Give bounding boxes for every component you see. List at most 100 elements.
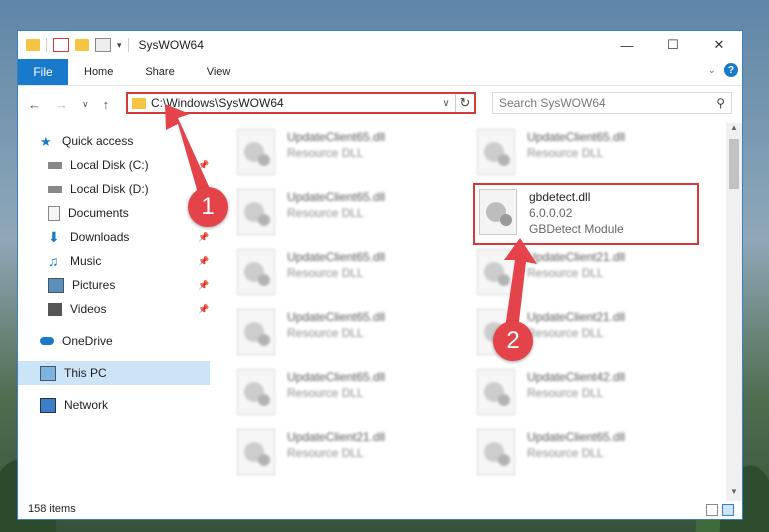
file-item[interactable]: UpdateClient65.dll Resource DLL <box>237 309 457 365</box>
help-icon[interactable]: ? <box>724 63 738 77</box>
tab-view[interactable]: View <box>191 59 247 85</box>
refresh-icon[interactable]: ↻ <box>455 94 474 112</box>
file-name: UpdateClient65.dll <box>527 130 626 144</box>
chevron-down-icon[interactable]: ▾ <box>117 40 122 51</box>
file-item[interactable]: UpdateClient42.dll Resource DLL <box>477 369 697 425</box>
dll-file-icon <box>237 189 275 235</box>
file-name: UpdateClient42.dll <box>527 370 626 384</box>
back-arrow-icon[interactable]: ← <box>28 97 41 112</box>
large-icons-view-icon[interactable] <box>722 504 734 516</box>
scroll-up-icon[interactable]: ▲ <box>726 123 742 137</box>
pin-icon[interactable]: 📌 <box>198 280 209 291</box>
file-item-gbdetect[interactable]: gbdetect.dll 6.0.0.02 GBDetect Module <box>473 183 699 245</box>
close-button[interactable]: ✕ <box>696 31 742 59</box>
folder-icon <box>26 39 40 51</box>
dll-file-icon <box>477 369 515 415</box>
address-row: ← → ∨ ↑ C:\Windows\SysWOW64 ∨ ↻ Search S… <box>18 86 742 122</box>
file-name: UpdateClient65.dll <box>287 190 386 204</box>
sidebar-item-network[interactable]: Network <box>18 393 210 417</box>
vertical-scrollbar[interactable]: ▲ ▼ <box>726 123 742 501</box>
sidebar-item-onedrive[interactable]: OneDrive <box>18 329 210 353</box>
file-name: UpdateClient21.dll <box>527 310 626 324</box>
divider <box>46 38 47 52</box>
pin-icon[interactable]: 📌 <box>198 160 209 171</box>
file-item[interactable]: UpdateClient65.dll Resource DLL <box>237 189 457 245</box>
search-icon[interactable]: ⚲ <box>716 96 725 110</box>
divider <box>127 38 129 52</box>
music-icon: ♫ <box>48 252 59 269</box>
sidebar-item-local-disk-d[interactable]: Local Disk (D:) <box>18 177 210 201</box>
dll-file-icon <box>477 429 515 475</box>
sidebar-item-label: Downloads <box>70 230 130 244</box>
pin-icon[interactable]: 📌 <box>198 256 209 267</box>
dll-file-icon <box>237 129 275 175</box>
file-explorer-window: ▾ SysWOW64 — ☐ ✕ File Home Share View ⌄ … <box>17 30 743 520</box>
sidebar-item-this-pc[interactable]: This PC <box>18 361 210 385</box>
recent-locations-icon[interactable]: ∨ <box>82 99 89 110</box>
file-item[interactable]: UpdateClient65.dll Resource DLL <box>237 249 457 305</box>
maximize-button[interactable]: ☐ <box>650 31 696 59</box>
sidebar-item-label: Local Disk (D:) <box>70 182 149 196</box>
sidebar-item-downloads[interactable]: ⬇ Downloads 📌 <box>18 225 210 249</box>
file-description: Resource DLL <box>527 326 604 340</box>
tab-home[interactable]: Home <box>68 59 129 85</box>
documents-icon <box>48 205 60 221</box>
file-description: Resource DLL <box>287 206 364 220</box>
file-item[interactable]: UpdateClient65.dll Resource DLL <box>237 369 457 425</box>
sidebar-item-label: Quick access <box>62 134 134 148</box>
customize-toolbar-icon[interactable] <box>95 38 111 52</box>
sidebar-item-local-disk-c[interactable]: Local Disk (C:) 📌 <box>18 153 210 177</box>
sidebar-item-quick-access[interactable]: ★ Quick access <box>18 129 210 153</box>
tab-share[interactable]: Share <box>129 59 190 85</box>
file-description: Resource DLL <box>527 386 604 400</box>
sidebar-item-label: Documents <box>68 206 129 220</box>
pictures-icon <box>48 277 64 293</box>
new-folder-icon[interactable] <box>75 39 89 51</box>
chevron-down-icon[interactable]: ∨ <box>437 98 455 109</box>
onedrive-icon <box>40 337 54 345</box>
folder-icon <box>132 97 146 109</box>
callout-badge-2: 2 <box>493 321 533 361</box>
file-name: UpdateClient65.dll <box>287 250 386 264</box>
properties-icon[interactable] <box>53 38 69 52</box>
star-icon: ★ <box>40 133 52 149</box>
network-icon <box>40 397 56 413</box>
address-bar[interactable]: C:\Windows\SysWOW64 ∨ ↻ <box>126 92 476 114</box>
file-description: Resource DLL <box>527 146 604 160</box>
search-placeholder: Search SysWOW64 <box>499 96 606 110</box>
dll-file-icon <box>237 369 275 415</box>
pin-icon[interactable]: 📌 <box>198 304 209 315</box>
dll-file-icon <box>237 429 275 475</box>
downloads-icon: ⬇ <box>48 228 60 245</box>
item-count: 158 items <box>28 503 76 515</box>
scrollbar-thumb[interactable] <box>729 139 739 189</box>
file-description: Resource DLL <box>287 146 364 160</box>
details-view-icon[interactable] <box>706 504 718 516</box>
dll-file-icon <box>477 249 515 295</box>
sidebar-item-label: OneDrive <box>62 334 113 348</box>
sidebar-item-pictures[interactable]: Pictures 📌 <box>18 273 210 297</box>
window-title: SysWOW64 <box>138 38 204 52</box>
file-item[interactable]: UpdateClient65.dll Resource DLL <box>237 129 457 185</box>
up-arrow-icon[interactable]: ↑ <box>103 97 110 112</box>
file-version: 6.0.0.02 <box>529 206 573 220</box>
file-item[interactable]: UpdateClient21.dll Resource DLL <box>477 249 697 305</box>
sidebar-item-music[interactable]: ♫ Music 📌 <box>18 249 210 273</box>
sidebar-item-documents[interactable]: Documents 📌 <box>18 201 210 225</box>
ribbon-tabs: File Home Share View ⌄ ? <box>18 59 742 86</box>
file-item[interactable]: UpdateClient65.dll Resource DLL <box>477 129 697 185</box>
file-list: UpdateClient65.dll Resource DLL UpdateCli… <box>211 123 729 501</box>
pin-icon[interactable]: 📌 <box>198 232 209 243</box>
callout-badge-1: 1 <box>188 187 228 227</box>
file-item[interactable]: UpdateClient65.dll Resource DLL <box>477 429 697 485</box>
expand-ribbon-icon[interactable]: ⌄ <box>708 65 716 76</box>
tab-file[interactable]: File <box>18 59 68 85</box>
file-item[interactable]: UpdateClient21.dll Resource DLL <box>237 429 457 485</box>
forward-arrow-icon[interactable]: → <box>55 97 68 112</box>
minimize-button[interactable]: — <box>604 31 650 59</box>
file-description: Resource DLL <box>527 266 604 280</box>
dll-file-icon <box>479 189 517 235</box>
search-input[interactable]: Search SysWOW64 ⚲ <box>492 92 732 114</box>
sidebar-item-videos[interactable]: Videos 📌 <box>18 297 210 321</box>
dll-file-icon <box>477 129 515 175</box>
